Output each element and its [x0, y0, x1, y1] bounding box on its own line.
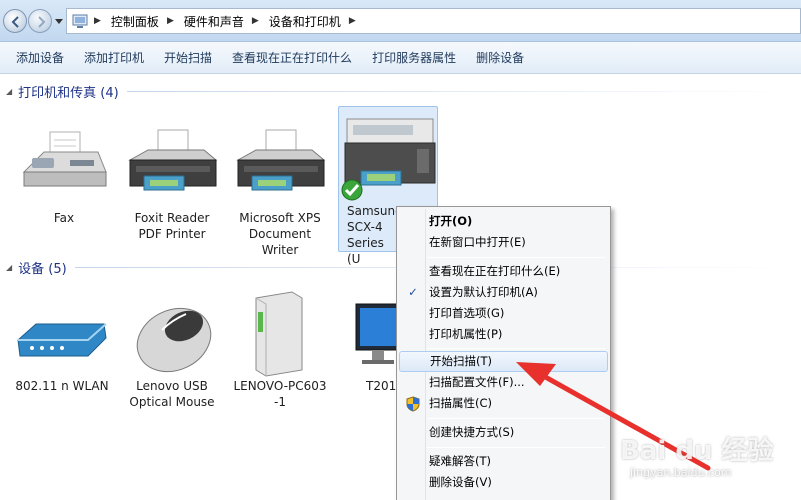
device-label: Foxit Reader PDF Printer [134, 211, 210, 241]
menu-separator [427, 447, 605, 448]
back-arrow-icon [11, 16, 19, 28]
fax-icon [14, 122, 114, 210]
menu-item-remove-device[interactable]: 删除设备(V) [399, 472, 608, 493]
start-scan-button[interactable]: 开始扫描 [154, 44, 222, 72]
breadcrumb-hardware-and-sound[interactable]: 硬件和声音 [180, 9, 248, 33]
menu-item-printing-preferences[interactable]: 打印首选项(G) [399, 303, 608, 324]
device-label: Microsoft XPS Document Writer [239, 211, 321, 257]
menu-item-open-new-window[interactable]: 在新窗口中打开(E) [399, 232, 608, 253]
menu-separator [427, 348, 605, 349]
context-menu: 打开(O) 在新窗口中打开(E) 查看现在正在打印什么(E) ✓ 设置为默认打印… [396, 206, 611, 500]
device-item-foxit-printer[interactable]: Foxit Reader PDF Printer [122, 122, 222, 242]
watermark-url: jingyan.baidu.com [630, 466, 732, 479]
address-bar: ▶ 控制面板 ▶ 硬件和声音 ▶ 设备和打印机 ▶ [0, 0, 801, 42]
breadcrumb-separator-icon[interactable]: ▶ [167, 16, 174, 26]
device-label: Fax [53, 211, 75, 225]
command-toolbar: 添加设备 添加打印机 开始扫描 查看现在正在打印什么 打印服务器属性 删除设备 [0, 42, 801, 74]
printer-icon [230, 122, 330, 210]
device-item-mouse[interactable]: Lenovo USB Optical Mouse [122, 290, 222, 410]
device-label: T2014 [366, 379, 404, 393]
watermark-brand: Bai du 经验 [620, 436, 774, 466]
watermark: Bai du 经验 jingyan.baidu.com [612, 430, 797, 496]
menu-separator [427, 257, 605, 258]
pc-tower-icon [230, 290, 330, 378]
devices-group-title: 设备 (5) [18, 262, 67, 277]
menu-item-label: 扫描属性(C) [429, 396, 493, 410]
device-item-pc[interactable]: LENOVO-PC603 -1 [230, 290, 330, 410]
mouse-icon [122, 290, 222, 378]
back-button[interactable] [3, 9, 27, 33]
default-printer-check-icon [341, 179, 363, 201]
menu-item-create-shortcut[interactable]: 创建快捷方式(S) [399, 422, 608, 443]
collapse-group-icon[interactable]: ◢ [6, 87, 12, 96]
printers-group-title: 打印机和传真 (4) [18, 86, 119, 101]
add-device-button[interactable]: 添加设备 [6, 44, 74, 72]
router-icon [12, 290, 112, 378]
group-divider [126, 91, 796, 92]
collapse-group-icon[interactable]: ◢ [6, 263, 12, 272]
menu-item-set-default-printer[interactable]: ✓ 设置为默认打印机(A) [399, 282, 608, 303]
menu-item-open[interactable]: 打开(O) [399, 211, 608, 232]
device-item-fax[interactable]: Fax [14, 122, 114, 226]
uac-shield-icon [405, 393, 421, 419]
menu-item-scan-profiles[interactable]: 扫描配置文件(F)... [399, 372, 608, 393]
device-item-monitor[interactable]: T2014 [338, 290, 404, 394]
control-panel-icon [72, 14, 88, 28]
print-server-properties-button[interactable]: 打印服务器属性 [362, 44, 466, 72]
multifunction-printer-icon [339, 113, 439, 201]
device-item-wlan[interactable]: 802.11 n WLAN [12, 290, 112, 394]
breadcrumb-devices-and-printers[interactable]: 设备和打印机 [265, 9, 345, 33]
breadcrumb-separator-icon[interactable]: ▶ [252, 16, 259, 26]
recent-pages-dropdown-icon[interactable] [55, 19, 63, 25]
device-label: Lenovo USB Optical Mouse [129, 379, 215, 409]
menu-item-label: 设置为默认打印机(A) [429, 285, 538, 299]
menu-item-troubleshoot[interactable]: 疑难解答(T) [399, 451, 608, 472]
see-whats-printing-button[interactable]: 查看现在正在打印什么 [222, 44, 362, 72]
menu-item-printer-properties[interactable]: 打印机属性(P) [399, 324, 608, 345]
printer-icon [122, 122, 222, 210]
add-printer-button[interactable]: 添加打印机 [74, 44, 154, 72]
printers-group-header[interactable]: ◢ 打印机和传真 (4) [6, 82, 796, 101]
device-label: LENOVO-PC603 -1 [233, 379, 327, 409]
checkmark-icon: ✓ [408, 285, 418, 299]
breadcrumb-control-panel[interactable]: 控制面板 [107, 9, 163, 33]
menu-item-scan-properties[interactable]: 扫描属性(C) [399, 393, 608, 414]
menu-item-see-whats-printing[interactable]: 查看现在正在打印什么(E) [399, 261, 608, 282]
breadcrumb[interactable]: ▶ 控制面板 ▶ 硬件和声音 ▶ 设备和打印机 ▶ [66, 8, 801, 34]
monitor-icon [338, 290, 399, 378]
device-item-xps-writer[interactable]: Microsoft XPS Document Writer [230, 122, 330, 258]
breadcrumb-separator-icon[interactable]: ▶ [94, 16, 101, 26]
remove-device-button[interactable]: 删除设备 [466, 44, 534, 72]
menu-separator [427, 418, 605, 419]
menu-item-start-scan[interactable]: 开始扫描(T) [399, 351, 608, 372]
forward-arrow-icon [38, 16, 46, 28]
breadcrumb-separator-icon[interactable]: ▶ [349, 16, 356, 26]
device-label: 802.11 n WLAN [15, 379, 109, 393]
forward-button[interactable] [28, 9, 52, 33]
